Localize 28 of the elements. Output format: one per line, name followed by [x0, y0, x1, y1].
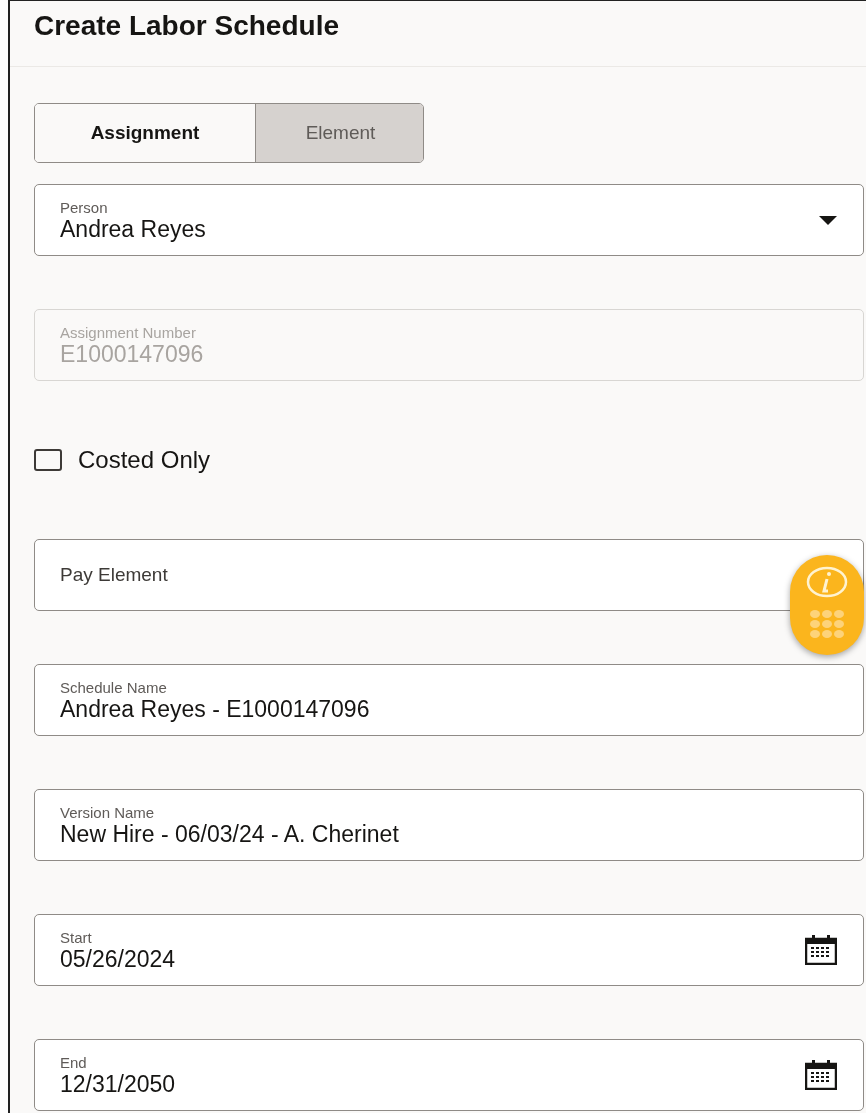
field-label: Assignment Number	[60, 323, 197, 341]
field-label: Start	[60, 928, 93, 946]
page-title: Create Labor Schedule	[34, 9, 340, 43]
date-field[interactable]: Start 05/26/2024	[34, 914, 864, 986]
field-value: 12/31/2050	[60, 1070, 177, 1097]
field-label: Pay Element	[60, 564, 169, 586]
info-icon	[806, 566, 848, 598]
field-label: Version Name	[60, 803, 156, 821]
field-value: Andrea Reyes - E1000147096	[60, 695, 371, 722]
field-label: End	[60, 1053, 88, 1071]
date-field[interactable]: End 12/31/2050	[34, 1039, 864, 1111]
checkbox-label: Costed Only	[78, 446, 211, 474]
checkbox[interactable]	[34, 449, 62, 471]
field-label: Schedule Name	[60, 678, 168, 696]
select-field[interactable]: Person Andrea Reyes	[34, 184, 864, 256]
field-label: Person	[60, 198, 109, 216]
field-value: New Hire - 06/03/24 - A. Cherinet	[60, 820, 400, 847]
calendar-icon[interactable]	[805, 935, 837, 965]
grid-icon	[810, 610, 844, 638]
input-field[interactable]: Schedule Name Andrea Reyes - E1000147096	[34, 664, 864, 736]
caret-icon[interactable]	[819, 215, 837, 225]
field-value: 05/26/2024	[60, 945, 177, 972]
field-value: Andrea Reyes	[60, 215, 207, 242]
field-value: E1000147096	[60, 340, 205, 367]
calendar-icon[interactable]	[805, 1060, 837, 1090]
input-field[interactable]: Pay Element	[34, 539, 864, 611]
tab[interactable]: Element	[255, 104, 423, 162]
input-field[interactable]: Version Name New Hire - 06/03/24 - A. Cherinet	[34, 789, 864, 861]
